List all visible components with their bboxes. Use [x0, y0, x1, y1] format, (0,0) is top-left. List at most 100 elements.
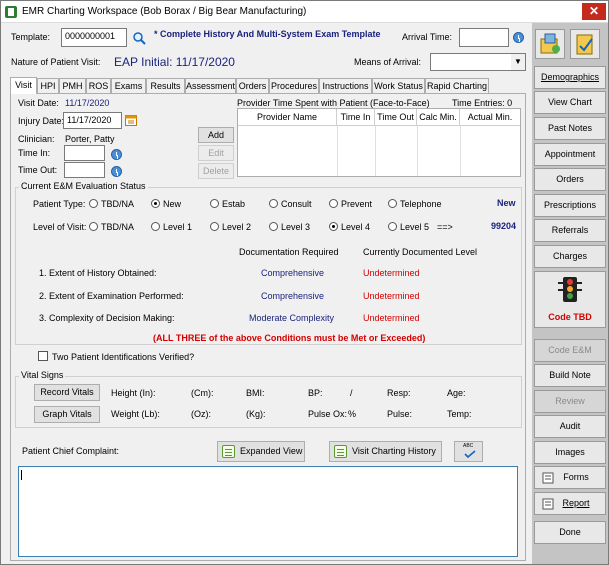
visit-charting-history-button[interactable]: Visit Charting History: [329, 441, 442, 462]
grid-header-provider[interactable]: Provider Name: [238, 109, 337, 126]
patient-type-prevent-radio[interactable]: [329, 199, 338, 208]
sidebar-demographics-label: Demographics: [540, 72, 600, 82]
sidebar-images[interactable]: Images: [534, 441, 606, 464]
arrival-clock-icon[interactable]: [513, 32, 524, 43]
patient-type-telephone-radio[interactable]: [388, 199, 397, 208]
criteria-exam-label: 2. Extent of Examination Performed:: [39, 291, 184, 301]
sidebar-done[interactable]: Done: [534, 521, 606, 544]
sidebar-audit[interactable]: Audit: [534, 415, 606, 438]
expanded-view-button[interactable]: Expanded View: [217, 441, 305, 462]
clinician-label: Clinician:: [18, 134, 55, 144]
criteria-history-label: 1. Extent of History Obtained:: [39, 268, 157, 278]
criteria-decision-current: Undetermined: [363, 313, 420, 323]
grid-header-actual-min[interactable]: Actual Min.: [460, 109, 520, 126]
level-tbd-radio[interactable]: [89, 222, 98, 231]
level-label: Level of Visit:: [33, 222, 87, 232]
injury-date-input[interactable]: 11/17/2020: [63, 112, 122, 129]
level-1-label: Level 1: [163, 222, 193, 232]
tab-results[interactable]: Results: [146, 78, 185, 94]
tab-assessment[interactable]: Assessment: [185, 78, 236, 94]
history-icon: [334, 445, 347, 458]
temp-label: Temp:: [447, 409, 472, 419]
spell-check-button[interactable]: ABC: [454, 441, 483, 462]
patient-type-consult-radio[interactable]: [269, 199, 278, 208]
tab-instructions[interactable]: Instructions: [319, 78, 372, 94]
weight-oz-label: (Oz):: [191, 409, 211, 419]
patient-type-tbd-radio[interactable]: [89, 199, 98, 208]
vitals-group-label: Vital Signs: [19, 370, 66, 380]
level-2-radio[interactable]: [210, 222, 219, 231]
expanded-view-label: Expanded View: [240, 446, 303, 456]
add-button[interactable]: Add: [198, 127, 234, 143]
sidebar-forms[interactable]: Forms: [534, 466, 606, 489]
age-label: Age:: [447, 388, 466, 398]
level-5-label: Level 5: [400, 222, 430, 232]
time-entries-label: Time Entries: 0: [452, 98, 513, 108]
sidebar-code-em[interactable]: Code E&M: [534, 339, 606, 362]
template-input[interactable]: 0000000001: [61, 28, 127, 47]
pulse-ox-label: Pulse Ox:: [308, 409, 348, 419]
sign-icon-button[interactable]: [570, 29, 600, 59]
patient-type-new-radio[interactable]: [151, 199, 160, 208]
tab-pmh[interactable]: PMH: [59, 78, 86, 94]
sidebar-view-chart[interactable]: View Chart: [534, 91, 606, 114]
criteria-exam-required: Comprehensive: [261, 291, 325, 301]
grid-header-calc-min[interactable]: Calc Min.: [417, 109, 460, 126]
close-button[interactable]: ✕: [582, 3, 606, 20]
calendar-icon[interactable]: [125, 114, 137, 126]
sidebar-past-notes[interactable]: Past Notes: [534, 117, 606, 140]
time-in-input[interactable]: [64, 145, 105, 161]
level-4-radio[interactable]: [329, 222, 338, 231]
graph-vitals-button[interactable]: Graph Vitals: [34, 406, 100, 423]
tab-work-status[interactable]: Work Status: [372, 78, 425, 94]
record-vitals-button[interactable]: Record Vitals: [34, 384, 100, 401]
tab-rapid-charting[interactable]: Rapid Charting: [425, 78, 489, 94]
level-3-radio[interactable]: [269, 222, 278, 231]
criteria-history-required: Comprehensive: [261, 268, 325, 278]
time-in-clock-icon[interactable]: [111, 149, 122, 160]
title-bar: EMR Charting Workspace (Bob Borax / Big …: [1, 1, 608, 23]
height-in-label: Height (In):: [111, 388, 156, 398]
tab-ros[interactable]: ROS: [86, 78, 111, 94]
code-tbd-button[interactable]: Code TBD: [534, 271, 606, 328]
time-out-input[interactable]: [64, 162, 105, 178]
sidebar-charges[interactable]: Charges: [534, 245, 606, 268]
sidebar-demographics[interactable]: Demographics: [534, 66, 606, 89]
edit-button[interactable]: Edit: [198, 145, 234, 161]
tab-hpi[interactable]: HPI: [37, 78, 59, 94]
sidebar-prescriptions[interactable]: Prescriptions: [534, 194, 606, 217]
arrival-time-input[interactable]: [459, 28, 509, 47]
patient-type-estab-radio[interactable]: [210, 199, 219, 208]
tab-visit[interactable]: Visit: [10, 77, 37, 94]
em-group-label: Current E&M Evaluation Status: [19, 181, 148, 191]
sidebar-report-label: Report: [562, 498, 590, 508]
time-out-clock-icon[interactable]: [111, 166, 122, 177]
sidebar-review[interactable]: Review: [534, 390, 606, 413]
grid-header-time-out[interactable]: Time Out: [375, 109, 417, 126]
sidebar-build-note[interactable]: Build Note: [534, 364, 606, 387]
grid-header-time-in[interactable]: Time In: [337, 109, 375, 126]
chief-complaint-textarea[interactable]: [18, 466, 518, 557]
save-icon-button[interactable]: [535, 29, 565, 59]
sidebar-report[interactable]: Report: [534, 492, 606, 515]
level-1-radio[interactable]: [151, 222, 160, 231]
delete-button[interactable]: Delete: [198, 163, 234, 179]
weight-kg-label: (Kg):: [246, 409, 266, 419]
search-icon[interactable]: [132, 31, 146, 45]
sidebar-appointment[interactable]: Appointment: [534, 143, 606, 166]
tab-orders[interactable]: Orders: [236, 78, 269, 94]
provider-time-grid[interactable]: Provider Name Time In Time Out Calc Min.…: [237, 108, 521, 177]
chevron-down-icon[interactable]: ▼: [511, 54, 525, 70]
sidebar-referrals[interactable]: Referrals: [534, 219, 606, 242]
grid-divider: [337, 126, 338, 176]
spell-check-label: ABC: [463, 443, 474, 449]
grid-divider: [417, 126, 418, 176]
tab-exams[interactable]: Exams: [111, 78, 146, 94]
window-title: EMR Charting Workspace (Bob Borax / Big …: [22, 6, 307, 17]
level-5-radio[interactable]: [388, 222, 397, 231]
two-id-checkbox[interactable]: [38, 351, 48, 361]
injury-date-label: Injury Date:: [18, 116, 65, 126]
sidebar-orders[interactable]: Orders: [534, 168, 606, 191]
visit-charting-history-label: Visit Charting History: [352, 446, 436, 456]
tab-procedures[interactable]: Procedures: [269, 78, 319, 94]
